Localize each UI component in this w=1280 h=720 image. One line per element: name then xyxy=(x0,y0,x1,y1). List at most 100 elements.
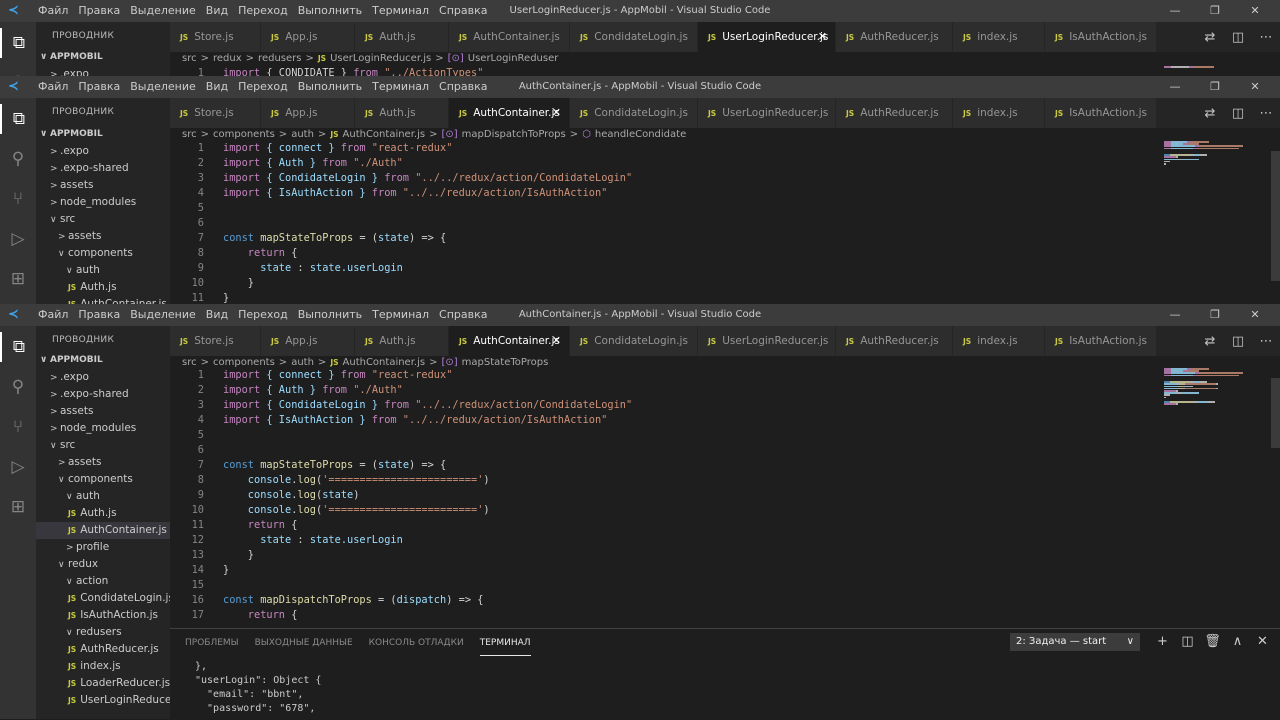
breadcrumb-item[interactable]: src xyxy=(182,357,197,368)
editor-tab[interactable]: JS index.js xyxy=(953,326,1045,356)
code-line[interactable]: 3 import { CondidateLogin } from "../../r… xyxy=(170,398,1260,413)
editor-tab[interactable]: JS index.js xyxy=(953,98,1045,128)
editor-tab[interactable]: JS AuthReducer.js xyxy=(836,98,953,128)
editor-tab[interactable]: JS AuthReducer.js xyxy=(836,326,953,356)
code-line[interactable]: 13 } xyxy=(170,548,1260,563)
tree-file[interactable]: JS index.js xyxy=(36,658,170,675)
maximize-button[interactable]: ❐ xyxy=(1200,76,1230,98)
code-line[interactable]: 5 xyxy=(170,428,1260,443)
code-line[interactable]: 11} xyxy=(170,291,1260,304)
search-icon[interactable]: ⚲ xyxy=(0,68,36,76)
code-line[interactable]: 17 return { xyxy=(170,608,1260,623)
breadcrumb-item[interactable]: mapDispatchToProps xyxy=(462,129,566,140)
new-terminal-icon[interactable]: + xyxy=(1150,631,1175,653)
code-line[interactable]: 3 import { CondidateLogin } from "../../r… xyxy=(170,171,1260,186)
editor-tab[interactable]: JS Auth.js xyxy=(355,22,449,52)
breadcrumb-item[interactable]: redusers xyxy=(258,53,301,64)
tree-folder[interactable]: > .expo-shared xyxy=(36,160,170,177)
code-line[interactable]: 9 console.log(state) xyxy=(170,488,1260,503)
editor-tab[interactable]: JS App.js xyxy=(261,326,355,356)
breadcrumb-item[interactable]: components xyxy=(213,357,275,368)
code-line[interactable]: 2 import { Auth } from "./Auth" xyxy=(170,156,1260,171)
editor-tab[interactable]: JS IsAuthAction.js xyxy=(1045,22,1157,52)
panel-tab[interactable]: ПРОБЛЕМЫ xyxy=(185,637,239,655)
split-editor-icon[interactable]: ◫ xyxy=(1224,334,1252,349)
close-button[interactable]: ✕ xyxy=(1240,0,1270,22)
source-control-icon[interactable]: ⑂ xyxy=(0,412,36,442)
tree-folder[interactable]: > .expo xyxy=(36,143,170,160)
editor-tab[interactable]: JS CondidateLogin.js xyxy=(570,22,698,52)
tree-file[interactable]: JS CondidateLogin.js xyxy=(36,590,170,607)
source-control-icon[interactable]: ⑂ xyxy=(0,184,36,214)
tree-folder[interactable]: > .expo xyxy=(36,369,170,386)
tree-folder[interactable]: ∨ APPMOBIL xyxy=(36,49,170,66)
breadcrumb-item[interactable]: auth xyxy=(291,129,314,140)
tree-folder[interactable]: ∨ components xyxy=(36,245,170,262)
close-tab-icon[interactable]: ✕ xyxy=(818,22,827,52)
code-line[interactable]: 8 return { xyxy=(170,246,1260,261)
editor-tab[interactable]: JS App.js xyxy=(261,22,355,52)
close-button[interactable]: ✕ xyxy=(1240,76,1270,98)
breadcrumb-item[interactable]: mapStateToProps xyxy=(462,357,549,368)
panel-tab[interactable]: КОНСОЛЬ ОТЛАДКИ xyxy=(369,637,464,655)
editor-tab[interactable]: JS AuthContainer.js ✕ xyxy=(449,98,570,128)
tree-file[interactable]: JS Auth.js xyxy=(36,279,170,296)
breadcrumb-item[interactable]: src xyxy=(182,129,197,140)
code-line[interactable]: 10 console.log('========================… xyxy=(170,503,1260,518)
editor-tab[interactable]: JS IsAuthAction.js xyxy=(1045,326,1157,356)
code-line[interactable]: 7 const mapStateToProps = (state) => { xyxy=(170,458,1260,473)
open-changes-icon[interactable]: ⇄ xyxy=(1196,106,1224,121)
maximize-button[interactable]: ❐ xyxy=(1200,0,1230,22)
trash-icon[interactable]: 🗑 xyxy=(1200,631,1225,653)
tree-folder[interactable]: > .expo xyxy=(36,66,170,76)
maximize-button[interactable]: ❐ xyxy=(1200,304,1230,326)
split-terminal-icon[interactable]: ◫ xyxy=(1175,631,1200,653)
code-line[interactable]: 1 import { connect } from "react-redux" xyxy=(170,141,1260,156)
breadcrumb-item[interactable]: redux xyxy=(213,53,242,64)
editor-tab[interactable]: JS AuthContainer.js ✕ xyxy=(449,326,570,356)
close-tab-icon[interactable]: ✕ xyxy=(552,326,561,356)
files-icon[interactable]: ⧉ xyxy=(0,28,36,58)
editor-tab[interactable]: JS index.js xyxy=(953,22,1045,52)
terminal-output[interactable]: }, "userLogin": Object { "email": "bbnt",… xyxy=(195,660,321,716)
code-line[interactable]: 15 xyxy=(170,578,1260,593)
code-line[interactable]: 1 import { connect } from "react-redux" xyxy=(170,368,1260,383)
files-icon[interactable]: ⧉ xyxy=(0,332,36,362)
code-line[interactable]: 10 } xyxy=(170,276,1260,291)
maximize-panel-icon[interactable]: ∧ xyxy=(1225,631,1250,653)
breadcrumb-item[interactable]: src xyxy=(182,53,197,64)
tree-folder[interactable]: ∨ action xyxy=(36,573,170,590)
tree-folder[interactable]: ∨ redusers xyxy=(36,624,170,641)
code-line[interactable]: 2 import { Auth } from "./Auth" xyxy=(170,383,1260,398)
code-line[interactable]: 5 xyxy=(170,201,1260,216)
more-actions-icon[interactable]: ⋯ xyxy=(1252,106,1280,121)
tree-folder[interactable]: > node_modules xyxy=(36,194,170,211)
editor-tab[interactable]: JS UserLoginReducer.js xyxy=(698,98,836,128)
breadcrumb-item[interactable]: AuthContainer.js xyxy=(343,357,426,368)
search-icon[interactable]: ⚲ xyxy=(0,372,36,402)
editor-tab[interactable]: JS Auth.js xyxy=(355,98,449,128)
breadcrumb-item[interactable]: components xyxy=(213,129,275,140)
editor-tab[interactable]: JS Store.js xyxy=(170,22,261,52)
breadcrumb-item[interactable]: heandleCondidate xyxy=(595,129,686,140)
tree-file[interactable]: JS IsAuthAction.js xyxy=(36,607,170,624)
code-line[interactable]: 16 const mapDispatchToProps = (dispatch) … xyxy=(170,593,1260,608)
code-line[interactable]: 4 import { IsAuthAction } from "../../red… xyxy=(170,186,1260,201)
tree-folder[interactable]: ∨ src xyxy=(36,437,170,454)
breadcrumb-item[interactable]: auth xyxy=(291,357,314,368)
code-line[interactable]: 4 import { IsAuthAction } from "../../red… xyxy=(170,413,1260,428)
breadcrumb-item[interactable]: UserLoginReducer.js xyxy=(330,53,431,64)
tree-folder[interactable]: ∨ auth xyxy=(36,262,170,279)
minimize-button[interactable]: — xyxy=(1160,0,1190,22)
minimize-button[interactable]: — xyxy=(1160,304,1190,326)
editor-tab[interactable]: JS IsAuthAction.js xyxy=(1045,98,1157,128)
tree-folder[interactable]: ∨ redux xyxy=(36,556,170,573)
tree-folder[interactable]: > assets xyxy=(36,454,170,471)
search-icon[interactable]: ⚲ xyxy=(0,144,36,174)
code-line[interactable]: 1 import { CONDIDATE } from "../ActionTyp… xyxy=(170,66,1260,76)
tree-file[interactable]: JSAuthContainer.js xyxy=(36,522,170,539)
vertical-scrollbar[interactable] xyxy=(1271,378,1280,448)
tree-folder[interactable]: ∨ APPMOBIL xyxy=(36,352,170,369)
tree-file[interactable]: JSAuthContainer.js xyxy=(36,296,170,304)
code-line[interactable]: 7 const mapStateToProps = (state) => { xyxy=(170,231,1260,246)
